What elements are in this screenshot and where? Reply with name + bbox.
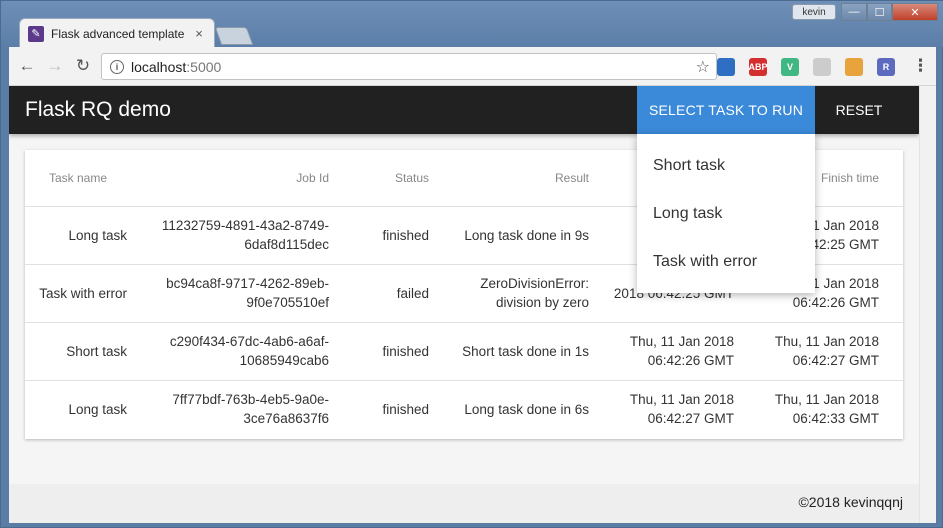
browser-toolbar: ← → ↻ i localhost:5000 ☆ ABP V R ⋮ [9,47,936,86]
table-row[interactable]: Long task 7ff77bdf-763b-4eb5-9a0e-3ce76a8… [25,380,903,438]
select-task-button[interactable]: SELECT TASK TO RUN [637,86,815,134]
cell-job-id: 7ff77bdf-763b-4eb5-9a0e-3ce76a8637f6 [172,392,329,427]
app-title: Flask RQ demo [25,98,171,121]
chrome-extension-icon[interactable] [845,58,863,76]
menu-item-task-with-error[interactable]: Task with error [637,238,815,286]
redux-extension-icon[interactable]: R [877,58,895,76]
url-text: localhost:5000 [131,59,221,75]
cell-start-time: Thu, 11 Jan 2018 06:42:27 GMT [629,392,734,427]
cell-status: finished [353,206,453,265]
adblock-extension-icon[interactable]: ABP [749,58,768,76]
cell-result: Long task done in 6s [464,401,589,417]
cell-task-name: Long task [25,206,151,265]
footer-copyright: ©2018 kevinqqnj [798,494,903,510]
cell-task-name: Long task [68,401,127,417]
menu-item-short-task[interactable]: Short task [637,142,815,190]
browser-window: ✎ Flask advanced template × kevin — ☐ ✕ … [0,0,943,528]
cell-finish-time: Thu, 11 Jan 2018 06:42:33 GMT [774,392,879,427]
forward-arrow-icon[interactable]: → [45,56,65,76]
cell-start-time: Thu, 11 Jan 2018 06:42:26 GMT [613,322,758,381]
new-tab-button[interactable] [214,27,254,45]
back-arrow-icon[interactable]: ← [17,56,37,76]
tab-close-icon[interactable]: × [192,26,206,41]
header-task-name[interactable]: Task name [25,150,151,207]
bookmark-star-icon[interactable]: ☆ [696,57,710,77]
ghost-extension-icon[interactable] [813,58,831,76]
cell-job-id: c290f434-67dc-4ab6-a6af-10685949cab6 [151,322,353,381]
header-result[interactable]: Result [453,150,613,207]
cell-status: failed [353,264,453,323]
cell-task-name: Short task [25,322,151,381]
header-status[interactable]: Status [353,150,453,207]
profile-badge[interactable]: kevin [792,4,836,20]
address-bar[interactable]: i localhost:5000 ☆ [101,53,717,80]
cell-job-id: 11232759-4891-43a2-8749-6daf8d115dec [151,206,353,265]
page-scrollbar[interactable] [919,86,936,523]
page-footer: ©2018 kevinqqnj [9,484,919,523]
browser-menu-icon[interactable]: ⋮ [912,56,929,76]
cell-result: ZeroDivisionError: division by zero [453,264,613,323]
reload-icon[interactable]: ↻ [73,56,93,76]
cell-status: finished [382,401,429,417]
browser-tab[interactable]: ✎ Flask advanced template × [19,18,215,48]
vue-devtools-icon[interactable]: V [781,58,799,76]
cell-finish-time: Thu, 11 Jan 2018 06:42:27 GMT [758,322,903,381]
url-port: :5000 [186,58,222,75]
cell-status: finished [353,322,453,381]
app-bar: Flask RQ demo SELECT TASK TO RUN RESET [9,86,919,134]
task-dropdown-menu: Short task Long task Task with error [637,134,815,293]
minimize-button[interactable]: — [841,3,867,21]
cell-result: Long task done in 9s [453,206,613,265]
cell-task-name: Task with error [25,264,151,323]
tab-title: Flask advanced template [51,26,185,41]
cell-result: Short task done in 1s [453,322,613,381]
header-job-id[interactable]: Job Id [151,150,353,207]
reset-button[interactable]: RESET [823,86,895,134]
cell-job-id: bc94ca8f-9717-4262-89eb-9f0e705510ef [151,264,353,323]
maximize-button[interactable]: ☐ [867,3,892,21]
menu-item-long-task[interactable]: Long task [637,190,815,238]
page-viewport: Flask RQ demo SELECT TASK TO RUN RESET T… [9,86,936,523]
table-row[interactable]: Short task c290f434-67dc-4ab6-a6af-106859… [25,322,903,381]
url-host: localhost [131,58,187,75]
flask-favicon-icon: ✎ [28,25,44,42]
globe-extension-icon[interactable] [717,58,735,76]
close-window-button[interactable]: ✕ [892,3,938,21]
title-bar: ✎ Flask advanced template × kevin — ☐ ✕ [1,1,943,48]
info-icon[interactable]: i [110,59,124,74]
